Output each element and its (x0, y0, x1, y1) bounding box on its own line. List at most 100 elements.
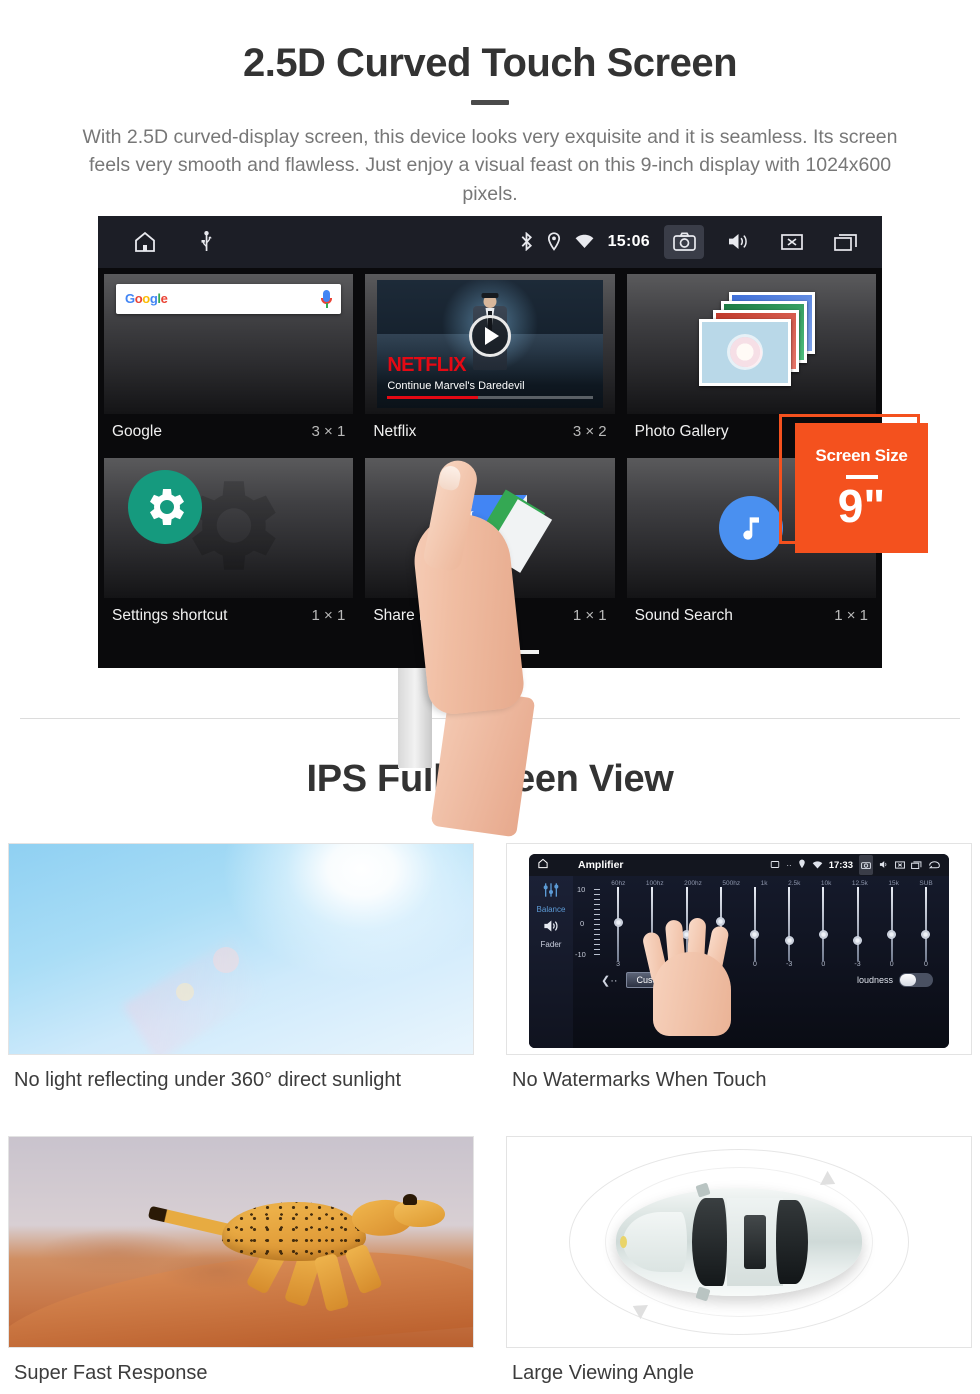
widget-label: Netflix (373, 422, 417, 440)
location-pin-icon (798, 856, 806, 874)
balance-label[interactable]: Balance (537, 905, 566, 914)
car-top-view-illustration (616, 1182, 862, 1302)
feature-card-fast-response: Super Fast Response (8, 1136, 474, 1385)
home-icon[interactable] (132, 230, 158, 254)
loudness-toggle[interactable] (899, 973, 933, 987)
eq-slider[interactable] (772, 887, 806, 961)
eq-slider[interactable] (806, 887, 840, 961)
eq-slider[interactable] (738, 887, 772, 961)
back-arrow-icon[interactable]: ❮·· (601, 974, 618, 987)
eq-slider[interactable] (875, 887, 909, 961)
band-label: 1k (760, 880, 768, 887)
feature-card-viewing-angle: Large Viewing Angle (506, 1136, 972, 1385)
netflix-logo: NETFLIX (387, 353, 466, 376)
microphone-icon[interactable] (321, 289, 333, 308)
speaker-icon[interactable] (879, 856, 889, 874)
gallery-icon[interactable] (770, 856, 780, 874)
back-icon[interactable] (928, 856, 941, 874)
home-icon[interactable] (537, 856, 549, 874)
recents-icon[interactable] (826, 225, 866, 259)
photo-stack-icon (687, 291, 816, 396)
bluetooth-icon (520, 232, 533, 252)
widget-size: 1 × 1 (572, 607, 607, 625)
loudness-label: loudness (856, 975, 893, 985)
page-dot-active[interactable] (513, 649, 539, 654)
cheetah-image (8, 1136, 474, 1348)
section2-title: IPS Full Screen View (306, 758, 674, 800)
eq-slider[interactable] (909, 887, 943, 961)
feature-card-grid: No light reflecting under 360° direct su… (0, 843, 980, 1385)
amplifier-side-nav: Balance Fader (529, 876, 573, 1048)
widget-label: Sound Search (634, 606, 733, 624)
eq-value: 0 (752, 961, 757, 968)
widget-share-location[interactable]: G Share location 1 × 1 (359, 452, 620, 636)
widget-preview-share-location: G (365, 457, 615, 598)
band-label: 60hz (611, 880, 626, 887)
fader-label[interactable]: Fader (541, 940, 562, 949)
google-search-bar[interactable]: Google (116, 283, 342, 314)
band-label: SUB (919, 880, 933, 887)
widget-size: 1 × 1 (311, 607, 346, 625)
camera-icon[interactable] (859, 855, 873, 875)
netflix-subtitle: Continue Marvel's Daredevil (387, 379, 525, 392)
widget-settings-shortcut[interactable]: Settings shortcut 1 × 1 (98, 452, 359, 636)
card-caption: No light reflecting under 360° direct su… (14, 1069, 402, 1091)
wifi-icon (575, 234, 594, 249)
eq-value: -3 (786, 961, 793, 968)
equalizer-band-labels: 60hz 100hz 200hz 500hz 1k 2.5k 10k 12.5k… (575, 880, 943, 887)
widget-label: Share location (373, 606, 473, 624)
section-divider (20, 718, 960, 719)
fader-speaker-icon[interactable] (542, 919, 560, 938)
badge-label: Screen Size (815, 446, 908, 466)
band-label: 500hz (722, 880, 741, 887)
card-caption: Large Viewing Angle (512, 1362, 694, 1384)
speaker-icon[interactable] (718, 225, 758, 259)
widget-size: 3 × 2 (572, 423, 607, 441)
band-label: 15k (888, 880, 899, 887)
equalizer-sliders: 10 0 -10 (575, 885, 943, 961)
android-status-bar: 15:06 (98, 215, 882, 268)
screen-size-badge: Screen Size 9" (795, 422, 928, 553)
close-box-icon[interactable] (895, 856, 905, 874)
widget-netflix[interactable]: NETFLIX Continue Marvel's Daredevil Netf… (359, 268, 620, 452)
tablet-stand (398, 667, 432, 768)
band-label: 2.5k (788, 880, 801, 887)
usb-icon (200, 230, 213, 253)
widget-label: Google (112, 422, 162, 440)
eq-slider[interactable] (601, 887, 635, 961)
widget-preview-netflix: NETFLIX Continue Marvel's Daredevil (365, 273, 615, 414)
widget-google[interactable]: Google Google 3 × 1 (98, 268, 359, 452)
tablet-screen: 15:06 Google Google 3 × 1 NETFLIX Contin… (98, 215, 882, 668)
page-indicator[interactable] (98, 635, 882, 668)
play-icon[interactable] (468, 315, 511, 358)
equalizer-values: 3 -4 0 0 0 -3 0 -3 0 0 (575, 961, 943, 968)
eq-value: 0 (923, 961, 928, 968)
eq-slider[interactable] (840, 887, 874, 961)
recents-icon[interactable] (911, 856, 922, 874)
equalizer-scale: 10 0 -10 (575, 885, 601, 961)
dots-icon: ·· (786, 860, 792, 870)
camera-icon[interactable] (664, 224, 704, 259)
google-logo: Google (125, 291, 168, 307)
eq-value: 0 (889, 961, 894, 968)
sunlight-image (8, 843, 474, 1055)
equalizer-panel: 60hz 100hz 200hz 500hz 1k 2.5k 10k 12.5k… (573, 876, 949, 1048)
product-detail-page: 2.5D Curved Touch Screen With 2.5D curve… (0, 0, 980, 1394)
widget-size: 3 × 1 (311, 423, 346, 441)
page-title: 2.5D Curved Touch Screen (242, 41, 738, 85)
touching-hand (641, 917, 741, 1036)
car-image (506, 1136, 972, 1348)
band-label: 100hz (645, 880, 664, 887)
tablet-mockup: 15:06 Google Google 3 × 1 NETFLIX Contin… (0, 215, 980, 838)
feature-card-sunlight: No light reflecting under 360° direct su… (8, 843, 474, 1092)
google-maps-icon: G (452, 489, 553, 573)
equalizer-icon[interactable] (542, 882, 560, 903)
amplifier-screen: Amplifier ·· 17:33 Balance Fader 60hz 10… (529, 854, 949, 1048)
widget-preview-photo-gallery (626, 273, 876, 414)
feature-card-watermarks: Amplifier ·· 17:33 Balance Fader 60hz 10… (506, 843, 972, 1092)
page-dot[interactable] (477, 649, 503, 654)
music-note-icon (719, 495, 784, 560)
widget-label: Photo Gallery (634, 422, 729, 440)
close-box-icon[interactable] (772, 225, 812, 259)
page-dot[interactable] (441, 649, 467, 654)
